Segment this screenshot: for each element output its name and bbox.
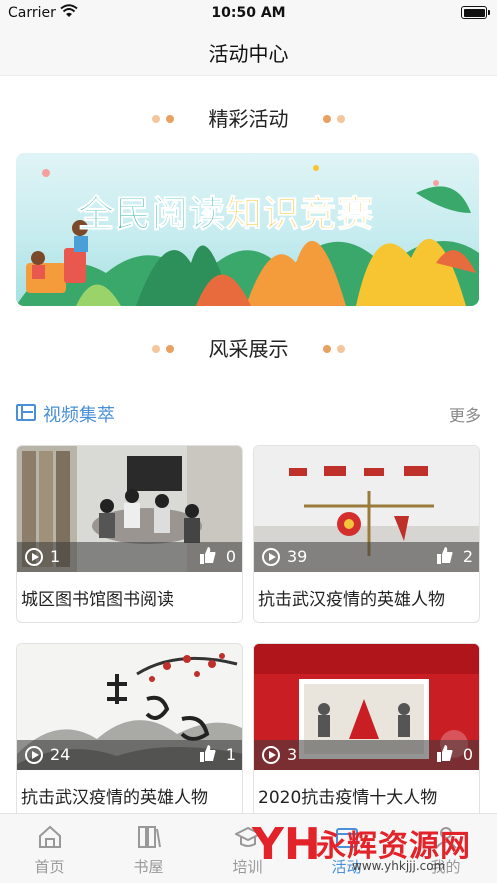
play-icon xyxy=(262,746,280,764)
books-icon xyxy=(138,826,161,848)
more-link[interactable]: 更多 xyxy=(449,402,481,426)
video-title: 抗击武汉疫情的英雄人物 xyxy=(258,590,445,610)
video-title: 2020抗击疫情十大人物 xyxy=(258,788,438,808)
showcase-section-header: 风采展示 xyxy=(0,333,497,363)
view-count: 3 xyxy=(287,745,298,764)
video-card[interactable]: 1 0 城区图书馆图书阅读 xyxy=(16,445,243,623)
banner-headline: 全民阅读知识竞赛 xyxy=(77,185,375,237)
play-icon xyxy=(25,548,43,566)
video-card[interactable]: 39 2 抗击武汉疫情的英雄人物 xyxy=(253,445,480,623)
film-icon xyxy=(16,404,36,421)
video-stats-bar: 39 2 xyxy=(254,542,479,572)
thumbs-up-icon xyxy=(200,745,216,762)
featured-section-title: 精彩活动 xyxy=(208,107,289,131)
like-count: 1 xyxy=(225,745,236,764)
video-stats-bar: 3 0 xyxy=(254,740,479,770)
like-count: 2 xyxy=(462,547,473,566)
decorative-dots xyxy=(320,108,348,127)
decorative-dots xyxy=(149,108,177,127)
tab-home[interactable]: 首页 xyxy=(0,814,99,883)
video-section-label: 视频集萃 xyxy=(43,405,115,426)
play-icon xyxy=(262,548,280,566)
page-title: 活动中心 xyxy=(208,42,289,66)
featured-section-header: 精彩活动 xyxy=(0,103,497,133)
tab-bookhouse[interactable]: 书屋 xyxy=(99,814,198,883)
video-thumbnail: 3 0 xyxy=(254,644,479,770)
thumbs-up-icon xyxy=(200,547,216,564)
like-count: 0 xyxy=(462,745,473,764)
video-card[interactable]: 24 1 抗击武汉疫情的英雄人物 xyxy=(16,643,243,821)
video-stats-bar: 24 1 xyxy=(17,740,242,770)
video-thumbnail: 1 0 xyxy=(17,446,242,572)
activity-banner[interactable]: 全民阅读知识竞赛 xyxy=(16,153,479,306)
navigation-bar: 活动中心 xyxy=(0,26,497,76)
home-icon xyxy=(39,825,61,848)
watermark-url: www.yhkjjj.com xyxy=(352,859,446,873)
thumbs-up-icon xyxy=(437,547,453,564)
showcase-section-title: 风采展示 xyxy=(208,337,289,361)
view-count: 24 xyxy=(50,745,71,764)
play-icon xyxy=(25,746,43,764)
video-title: 城区图书馆图书阅读 xyxy=(21,590,174,610)
watermark: YH 永辉资源网 www.yhkjjj.com xyxy=(252,815,497,883)
watermark-logo: YH xyxy=(252,819,321,870)
like-count: 0 xyxy=(225,547,236,566)
video-title: 抗击武汉疫情的英雄人物 xyxy=(21,788,208,808)
tab-label: 书屋 xyxy=(133,858,164,876)
clock: 10:50 AM xyxy=(211,5,286,21)
banner-headline-part1: 全民阅读 xyxy=(77,194,227,236)
battery-icon xyxy=(461,6,490,19)
video-thumbnail: 39 2 xyxy=(254,446,479,572)
banner-headline-part2: 知识竞赛 xyxy=(226,194,375,236)
view-count: 39 xyxy=(287,547,308,566)
video-thumbnail: 24 1 xyxy=(17,644,242,770)
video-card[interactable]: 3 0 2020抗击疫情十大人物 xyxy=(253,643,480,821)
decorative-dots xyxy=(320,338,348,357)
video-section-header: 视频集萃 更多 xyxy=(16,400,481,426)
thumbs-up-icon xyxy=(437,745,453,762)
tab-label: 首页 xyxy=(34,858,65,876)
video-stats-bar: 1 0 xyxy=(17,542,242,572)
decorative-dots xyxy=(149,338,177,357)
status-bar: Carrier 10:50 AM xyxy=(0,0,497,26)
view-count: 1 xyxy=(50,547,61,566)
